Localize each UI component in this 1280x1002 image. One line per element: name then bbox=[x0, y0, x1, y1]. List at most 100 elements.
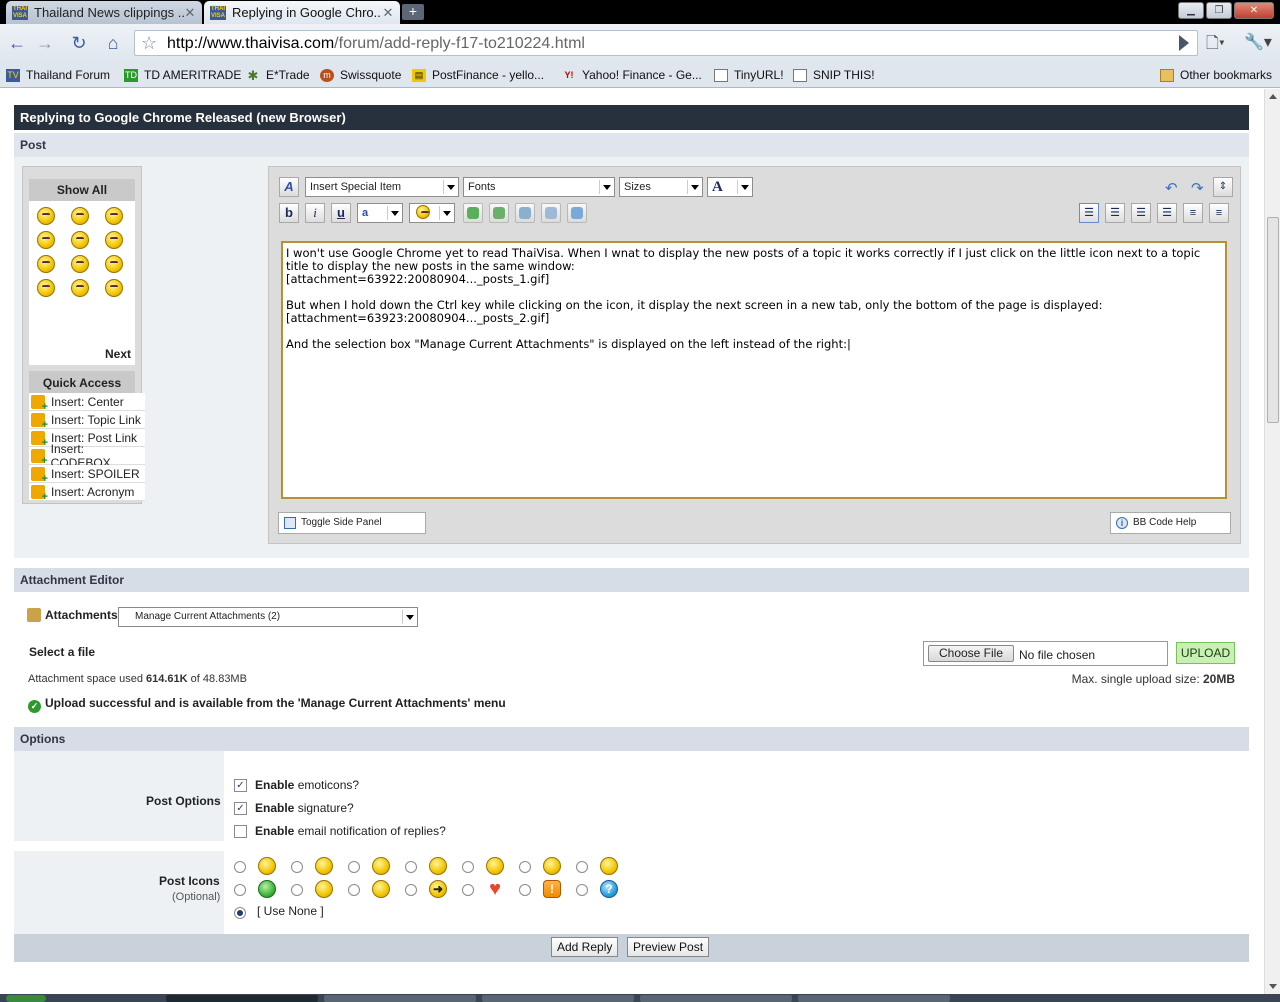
reload-icon[interactable]: ↻ bbox=[68, 32, 90, 54]
address-bar[interactable]: ☆ http://www.thaivisa.com/forum/add-repl… bbox=[134, 30, 1198, 56]
bullet-list-icon[interactable]: ≡ bbox=[1209, 203, 1229, 223]
insert-code-icon[interactable] bbox=[567, 203, 587, 223]
home-icon[interactable]: ⌂ bbox=[102, 32, 124, 54]
emoticon-icon[interactable] bbox=[105, 231, 123, 249]
show-all-button[interactable]: Show All bbox=[29, 179, 135, 201]
emoticon-select[interactable] bbox=[409, 203, 455, 223]
start-button[interactable] bbox=[6, 995, 46, 1002]
next-button[interactable]: Next bbox=[29, 345, 135, 365]
bookmark-etrade[interactable]: ✱ E*Trade bbox=[246, 68, 310, 82]
maximize-button[interactable]: ❐ bbox=[1206, 2, 1232, 19]
emoticon-icon[interactable] bbox=[71, 231, 89, 249]
manage-attachments-select[interactable]: Manage Current Attachments (2) bbox=[118, 607, 418, 627]
ordered-list-icon[interactable]: ≡ bbox=[1183, 203, 1203, 223]
close-window-button[interactable]: ✕ bbox=[1234, 2, 1274, 19]
page-menu-icon[interactable]: 🗋▾ bbox=[1206, 32, 1225, 59]
insert-quote-icon[interactable] bbox=[541, 203, 561, 223]
fonts-select[interactable]: Fonts bbox=[463, 177, 615, 197]
emoticon-icon[interactable] bbox=[105, 207, 123, 225]
back-arrow-icon[interactable]: ← bbox=[6, 32, 28, 54]
emoticon-icon[interactable] bbox=[37, 279, 55, 297]
taskbar-item[interactable] bbox=[324, 995, 476, 1002]
emoticon-icon[interactable] bbox=[71, 279, 89, 297]
align-left-icon[interactable]: ☰ bbox=[1105, 203, 1125, 223]
enable-emoticons-checkbox[interactable]: ✓ bbox=[234, 779, 247, 792]
bb-code-help-button[interactable]: i BB Code Help bbox=[1110, 512, 1231, 534]
taskbar-item[interactable] bbox=[166, 995, 318, 1002]
post-icon-radio[interactable] bbox=[462, 884, 474, 896]
bold-button[interactable]: b bbox=[279, 203, 299, 223]
post-icon-radio[interactable] bbox=[405, 861, 417, 873]
emoticon-icon[interactable] bbox=[37, 231, 55, 249]
quick-access-item[interactable]: Insert: Topic Link bbox=[29, 411, 145, 431]
post-icon-radio[interactable] bbox=[462, 861, 474, 873]
align-center-icon[interactable]: ☰ bbox=[1131, 203, 1151, 223]
vertical-scrollbar[interactable] bbox=[1264, 89, 1280, 994]
insert-link-icon[interactable] bbox=[463, 203, 483, 223]
enable-email-notification-checkbox[interactable] bbox=[234, 825, 247, 838]
enable-signature-checkbox[interactable]: ✓ bbox=[234, 802, 247, 815]
emoticon-icon[interactable] bbox=[105, 279, 123, 297]
minimize-button[interactable]: ▁ bbox=[1178, 2, 1204, 19]
bookmark-yahoo-finance[interactable]: Y! Yahoo! Finance - Ge... bbox=[562, 68, 702, 82]
bookmark-star-icon[interactable]: ☆ bbox=[141, 33, 157, 54]
go-arrow-icon[interactable] bbox=[1179, 35, 1189, 51]
post-icon-radio[interactable] bbox=[291, 861, 303, 873]
quick-access-item[interactable]: Insert: Acronym bbox=[29, 483, 145, 503]
choose-file-button[interactable]: Choose File bbox=[928, 645, 1014, 662]
text-effects-select[interactable]: a bbox=[357, 203, 403, 223]
emoticon-icon[interactable] bbox=[105, 255, 123, 273]
underline-button[interactable]: u bbox=[331, 203, 351, 223]
emoticon-icon[interactable] bbox=[37, 255, 55, 273]
forward-arrow-icon[interactable]: → bbox=[34, 32, 56, 54]
scroll-up-icon[interactable] bbox=[1269, 94, 1277, 99]
font-color-select[interactable]: A bbox=[707, 177, 753, 197]
toggle-side-panel-button[interactable]: Toggle Side Panel bbox=[278, 512, 426, 534]
bookmark-tinyurl[interactable]: TinyURL! bbox=[714, 68, 784, 82]
taskbar-item[interactable] bbox=[798, 995, 950, 1002]
taskbar-item[interactable] bbox=[482, 995, 634, 1002]
post-icon-radio[interactable] bbox=[519, 861, 531, 873]
post-icon-radio[interactable] bbox=[234, 861, 246, 873]
redo-icon[interactable]: ↷ bbox=[1191, 179, 1204, 197]
close-tab-icon[interactable]: ✕ bbox=[184, 5, 196, 21]
tab-thailand-news[interactable]: THAI VISA Thailand News clippings ... ✕ bbox=[6, 1, 202, 24]
post-icon-radio[interactable] bbox=[348, 861, 360, 873]
insert-email-icon[interactable] bbox=[515, 203, 535, 223]
taskbar-item[interactable] bbox=[640, 995, 792, 1002]
post-icon-radio[interactable] bbox=[576, 884, 588, 896]
other-bookmarks[interactable]: Other bookmarks bbox=[1160, 68, 1272, 82]
indent-icon[interactable]: ☰ bbox=[1079, 203, 1099, 223]
post-icon-radio[interactable] bbox=[291, 884, 303, 896]
remove-format-icon[interactable]: A bbox=[279, 177, 299, 197]
post-body-textarea[interactable]: I won't use Google Chrome yet to read Th… bbox=[281, 241, 1227, 499]
undo-icon[interactable]: ↶ bbox=[1165, 179, 1178, 197]
special-item-select[interactable]: Insert Special Item bbox=[305, 177, 459, 197]
emoticon-icon[interactable] bbox=[71, 207, 89, 225]
upload-button[interactable]: UPLOAD bbox=[1176, 642, 1235, 664]
post-icon-radio[interactable] bbox=[519, 884, 531, 896]
file-input[interactable]: Choose File No file chosen bbox=[923, 641, 1168, 666]
preview-post-button[interactable]: Preview Post bbox=[627, 937, 710, 957]
sizes-select[interactable]: Sizes bbox=[619, 177, 703, 197]
post-icon-radio[interactable] bbox=[234, 884, 246, 896]
use-none-radio[interactable] bbox=[234, 907, 246, 919]
quick-access-item[interactable]: Insert: CODEBOX bbox=[29, 442, 145, 470]
post-icon-radio[interactable] bbox=[405, 884, 417, 896]
close-tab-icon[interactable]: ✕ bbox=[382, 5, 394, 21]
bookmark-td-ameritrade[interactable]: TD TD AMERITRADE bbox=[124, 68, 241, 82]
wrench-menu-icon[interactable]: 🔧▾ bbox=[1244, 32, 1272, 52]
bookmark-swissquote[interactable]: m Swissquote bbox=[320, 68, 401, 82]
post-icon-radio[interactable] bbox=[576, 861, 588, 873]
bookmark-thailand-forum[interactable]: TV Thailand Forum bbox=[6, 68, 110, 82]
bookmark-postfinance[interactable]: ▤ PostFinance - yello... bbox=[412, 68, 544, 82]
scrollbar-thumb[interactable] bbox=[1267, 217, 1279, 423]
emoticon-icon[interactable] bbox=[71, 255, 89, 273]
italic-button[interactable]: i bbox=[305, 203, 325, 223]
tab-replying[interactable]: THAI VISA Replying in Google Chro... ✕ bbox=[204, 1, 400, 24]
add-reply-button[interactable]: Add Reply bbox=[551, 937, 619, 957]
quick-access-item[interactable]: Insert: SPOILER bbox=[29, 465, 145, 485]
post-icon-radio[interactable] bbox=[348, 884, 360, 896]
quick-access-item[interactable]: Insert: Center bbox=[29, 393, 145, 413]
bookmark-snip-this[interactable]: SNIP THIS! bbox=[793, 68, 875, 82]
